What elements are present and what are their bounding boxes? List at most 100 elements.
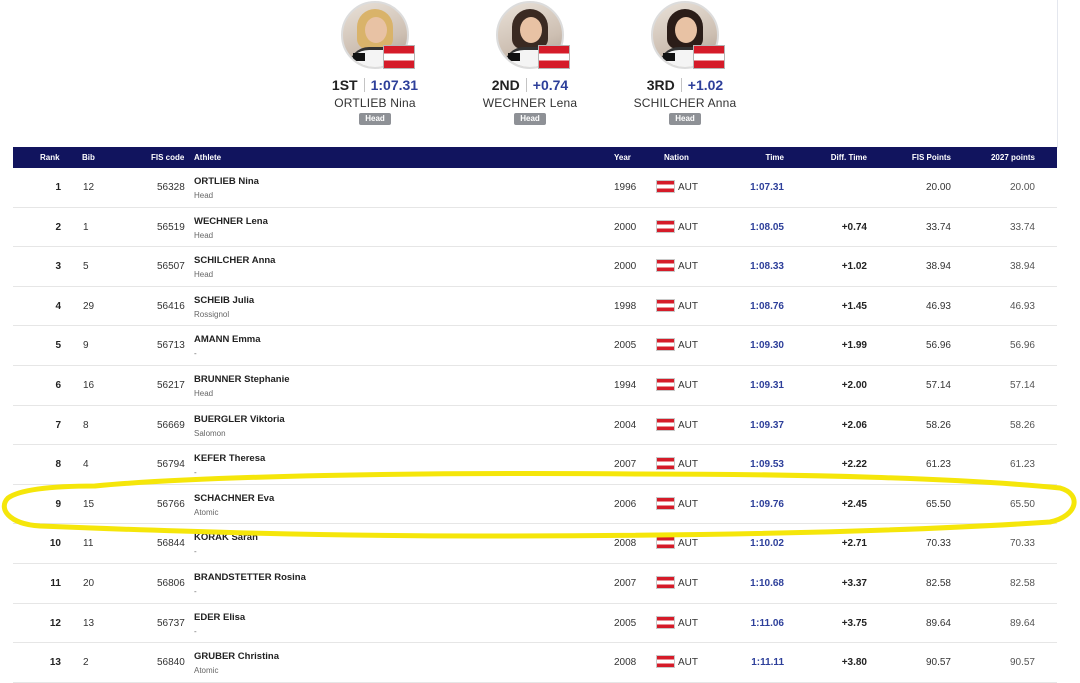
nation-code: AUT xyxy=(678,419,698,431)
table-row[interactable]: 10 11 56844 KORAK Sarah - 2008 AUT 1:10.02 +2.71… xyxy=(13,524,1057,564)
athlete-name-link[interactable]: SCHILCHER Anna xyxy=(194,255,275,266)
table-row[interactable]: 7 8 56669 BUERGLER Viktoria Salomon 2004 AUT 1:… xyxy=(13,406,1057,446)
bib-cell: 15 xyxy=(83,498,95,510)
nation-code: AUT xyxy=(678,261,698,273)
athlete-name-link[interactable]: SCHACHNER Eva xyxy=(194,493,274,504)
photo-logo xyxy=(508,53,520,61)
rank-cell: 13 xyxy=(49,657,61,669)
header-fis-code[interactable]: FIS code xyxy=(151,147,184,168)
time-cell: 1:09.37 xyxy=(750,419,784,431)
bib-cell: 16 xyxy=(83,379,95,391)
table-row[interactable]: 3 5 56507 SCHILCHER Anna Head 2000 AUT 1:08.33 +… xyxy=(13,247,1057,287)
nation-code: AUT xyxy=(678,182,698,193)
athlete-name-link[interactable]: BRANDSTETTER Rosina xyxy=(194,572,306,583)
fis-code-cell: 56766 xyxy=(157,498,185,510)
table-row[interactable]: 6 16 56217 BRUNNER Stephanie Head 1994 AUT 1:09… xyxy=(13,366,1057,406)
diff-time-cell: +1.02 xyxy=(841,261,867,273)
header-diff-time[interactable]: Diff. Time xyxy=(831,147,867,168)
photo-face xyxy=(365,17,387,43)
table-row[interactable]: 8 4 56794 KEFER Theresa - 2007 AUT 1:09.53 +2.22… xyxy=(13,445,1057,485)
podium-athlete-name[interactable]: WECHNER Lena xyxy=(455,96,605,110)
birth-year-cell: 2008 xyxy=(614,657,637,669)
athlete-name-link[interactable]: BUERGLER Viktoria xyxy=(194,414,285,425)
time-cell: 1:07.31 xyxy=(750,182,784,193)
cup-points-cell: 70.33 xyxy=(1009,538,1035,550)
diff-time-cell: +1.45 xyxy=(841,300,867,312)
nation-code: AUT xyxy=(678,538,698,550)
birth-year-cell: 2008 xyxy=(614,538,637,550)
header-cup-points[interactable]: 2027 points xyxy=(991,147,1035,168)
fis-points-cell: 33.74 xyxy=(925,221,951,233)
table-row[interactable]: 12 13 56737 EDER Elisa - 2005 AUT 1:11.06 +3.75 8… xyxy=(13,604,1057,644)
table-row[interactable]: 2 1 56519 WECHNER Lena Head 2000 AUT 1:08.05 +0.… xyxy=(13,208,1057,248)
athlete-name-link[interactable]: EDER Elisa xyxy=(194,612,245,623)
podium-athlete-name[interactable]: ORTLIEB Nina xyxy=(300,96,450,110)
rank-cell: 11 xyxy=(50,577,61,589)
diff-time-cell: +2.00 xyxy=(841,379,867,391)
fis-points-cell: 89.64 xyxy=(925,617,951,629)
header-athlete[interactable]: Athlete xyxy=(194,147,221,168)
ski-brand: - xyxy=(194,349,197,359)
nation-code: AUT xyxy=(678,617,698,629)
birth-year-cell: 1996 xyxy=(614,182,637,193)
table-row[interactable]: 9 15 56766 SCHACHNER Eva Atomic 2006 AUT 1:09.7… xyxy=(13,485,1057,525)
rank-cell: 2 xyxy=(55,221,61,233)
austria-flag-icon xyxy=(656,615,675,629)
nation-code: AUT xyxy=(678,577,698,589)
rank-cell: 5 xyxy=(55,340,61,352)
table-row[interactable]: 4 29 56416 SCHEIB Julia Rossignol 1998 AUT 1:08… xyxy=(13,287,1057,327)
time-cell: 1:09.30 xyxy=(750,340,784,352)
ski-brand: Head xyxy=(194,270,214,280)
athlete-name-link[interactable]: WECHNER Lena xyxy=(194,216,268,227)
rank-cell: 8 xyxy=(55,459,61,471)
fis-code-cell: 56669 xyxy=(157,419,185,431)
ski-brand: - xyxy=(194,468,197,478)
athlete-name-link[interactable]: ORTLIEB Nina xyxy=(194,176,259,187)
header-year[interactable]: Year xyxy=(614,147,631,168)
bib-cell: 5 xyxy=(83,261,89,273)
cup-points-cell: 58.26 xyxy=(1009,419,1035,431)
header-nation[interactable]: Nation xyxy=(664,147,689,168)
nation-code: AUT xyxy=(678,498,698,510)
header-fis-points[interactable]: FIS Points xyxy=(912,147,951,168)
fis-points-cell: 90.57 xyxy=(925,657,951,669)
header-rank[interactable]: Rank xyxy=(40,147,60,168)
brand-badge: Head xyxy=(514,113,546,125)
birth-year-cell: 2005 xyxy=(614,340,637,352)
photo-logo xyxy=(353,53,365,61)
ski-brand: - xyxy=(194,547,197,557)
header-time[interactable]: Time xyxy=(765,147,784,168)
birth-year-cell: 2007 xyxy=(614,577,637,589)
photo-logo xyxy=(663,53,675,61)
cup-points-cell: 90.57 xyxy=(1009,657,1035,669)
birth-year-cell: 2006 xyxy=(614,498,637,510)
birth-year-cell: 2004 xyxy=(614,419,637,431)
fis-points-cell: 65.50 xyxy=(925,498,951,510)
table-row[interactable]: 11 20 56806 BRANDSTETTER Rosina - 2007 AUT 1:10… xyxy=(13,564,1057,604)
podium-place: 1ST xyxy=(331,77,358,93)
athlete-name-link[interactable]: AMANN Emma xyxy=(194,334,261,345)
athlete-name-link[interactable]: KEFER Theresa xyxy=(194,453,265,464)
ski-brand: Head xyxy=(194,191,214,200)
cup-points-cell: 46.93 xyxy=(1009,300,1035,312)
fis-points-cell: 38.94 xyxy=(925,261,951,273)
athlete-name-link[interactable]: GRUBER Christina xyxy=(194,651,279,662)
header-bib[interactable]: Bib xyxy=(82,147,95,168)
austria-flag-icon xyxy=(656,655,675,669)
cup-points-cell: 20.00 xyxy=(1009,182,1035,193)
table-row[interactable]: 1 12 56328 ORTLIEB Nina Head 1996 AUT 1:07.31 20… xyxy=(13,168,1057,208)
athlete-name-link[interactable]: SCHEIB Julia xyxy=(194,295,254,306)
rank-cell: 3 xyxy=(55,261,61,273)
results-table-body: 1 12 56328 ORTLIEB Nina Head 1996 AUT 1:07.31 20… xyxy=(13,168,1057,683)
divider xyxy=(363,78,365,92)
podium-athlete-name[interactable]: SCHILCHER Anna xyxy=(610,96,760,110)
fis-code-cell: 56844 xyxy=(157,538,185,550)
ski-brand: Atomic xyxy=(194,666,219,676)
time-cell: 1:08.76 xyxy=(750,300,784,312)
athlete-name-link[interactable]: KORAK Sarah xyxy=(194,532,258,543)
table-row[interactable]: 13 2 56840 GRUBER Christina Atomic 2008 AUT 1:1… xyxy=(13,643,1057,683)
table-row[interactable]: 5 9 56713 AMANN Emma - 2005 AUT 1:09.30 +1.99 56.… xyxy=(13,326,1057,366)
diff-time-cell: +3.75 xyxy=(841,617,867,629)
athlete-name-link[interactable]: BRUNNER Stephanie xyxy=(194,374,290,385)
rank-cell: 9 xyxy=(55,498,61,510)
